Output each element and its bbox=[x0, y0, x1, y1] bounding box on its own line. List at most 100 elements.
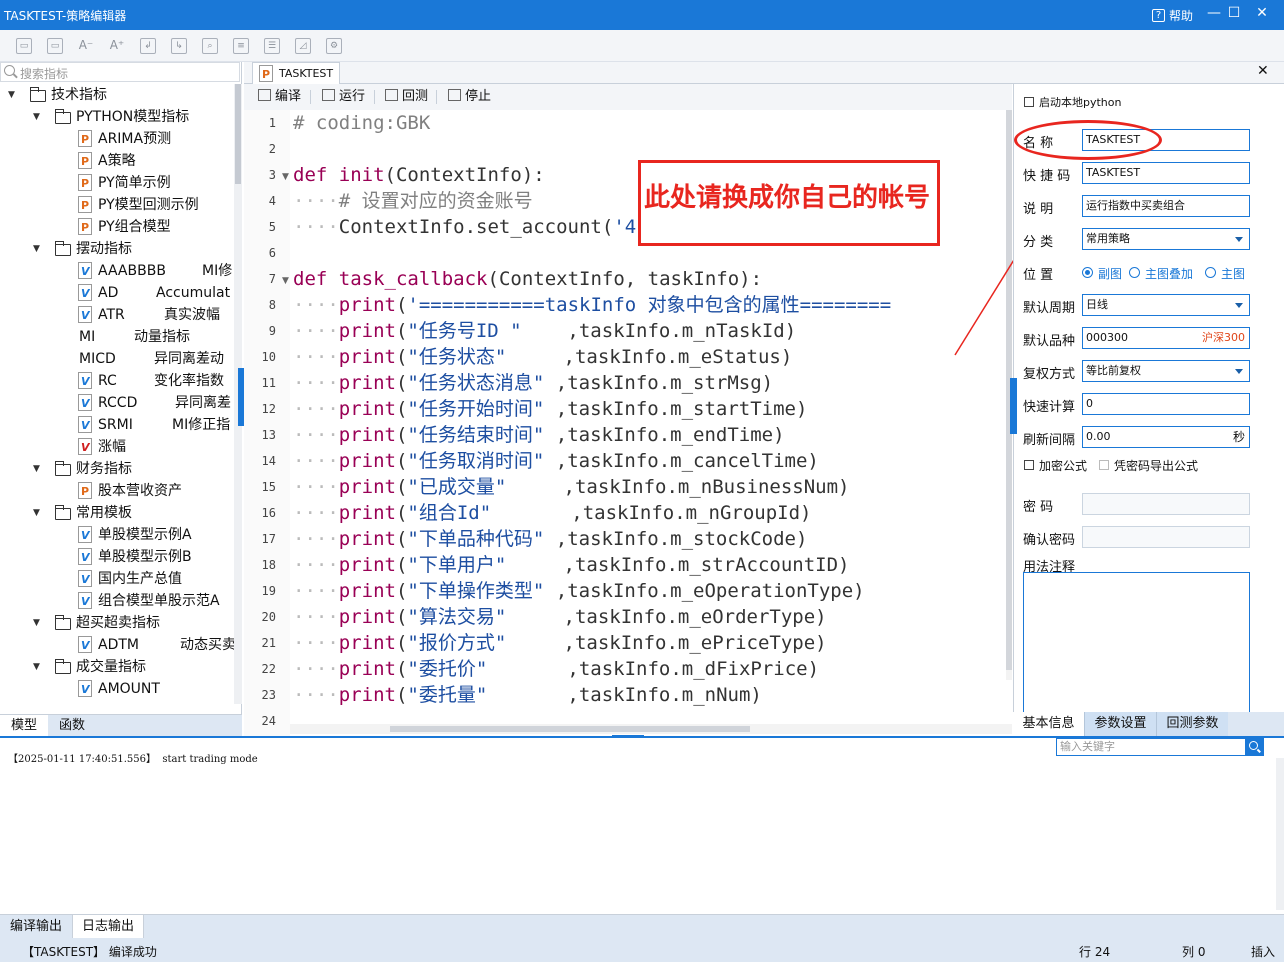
backtest-button[interactable]: 回测 bbox=[385, 88, 428, 106]
import-icon[interactable]: ↲ bbox=[140, 38, 156, 54]
tree-folder-label: 成交量指标 bbox=[76, 659, 146, 675]
tree-item[interactable]: V AAABBBB MI修 bbox=[0, 260, 234, 282]
tree-item[interactable]: V RCCD 异同离差 bbox=[0, 392, 234, 414]
code-line: ····print("任务号ID " ,taskInfo.m_nTaskId) bbox=[293, 320, 797, 342]
tree-item[interactable]: V AD Accumulat bbox=[0, 282, 234, 304]
fold-toggle-icon[interactable]: ▼ bbox=[282, 276, 289, 286]
right-splitter-handle[interactable] bbox=[1010, 378, 1017, 434]
local-python-checkbox[interactable] bbox=[1024, 97, 1034, 107]
position-radio-overlay[interactable] bbox=[1129, 267, 1140, 278]
export-icon[interactable]: ↳ bbox=[171, 38, 187, 54]
tree-item[interactable]: V 组合模型单股示范A bbox=[0, 590, 234, 612]
local-python-label: 启动本地python bbox=[1039, 96, 1122, 109]
tree-item[interactable]: V 涨幅 bbox=[0, 436, 234, 458]
compile-button[interactable]: 编译 bbox=[258, 88, 301, 106]
shortcut-field[interactable]: TASKTEST bbox=[1082, 162, 1250, 184]
close-button[interactable]: ✕ bbox=[1252, 5, 1272, 21]
folder-icon bbox=[55, 109, 71, 124]
tree-item[interactable]: V 单股模型示例B bbox=[0, 546, 234, 568]
tree-item[interactable]: V ADTM 动态买卖 bbox=[0, 634, 234, 656]
tree-folder[interactable]: ▼ 摆动指标 bbox=[0, 238, 234, 260]
chevron-down-icon[interactable]: ▼ bbox=[33, 656, 40, 678]
tree-item[interactable]: V SRMI MI修正指 bbox=[0, 414, 234, 436]
stop-icon bbox=[448, 89, 461, 101]
list-icon[interactable]: ☰ bbox=[264, 38, 280, 54]
tab-backtest-params[interactable]: 回测参数 bbox=[1156, 712, 1228, 736]
tree-item[interactable]: P PY模型回测示例 bbox=[0, 194, 234, 216]
font-decrease-icon[interactable]: A⁻ bbox=[78, 38, 94, 54]
tab-compile-output[interactable]: 编译输出 bbox=[0, 915, 72, 939]
chevron-down-icon[interactable]: ▼ bbox=[33, 458, 40, 480]
save-all-icon[interactable]: ▭ bbox=[47, 38, 63, 54]
fold-toggle-icon[interactable]: ▼ bbox=[282, 172, 289, 182]
tree-item[interactable]: P PY简单示例 bbox=[0, 172, 234, 194]
notes-textarea[interactable] bbox=[1023, 572, 1250, 716]
tab-tasktest[interactable]: P TASKTEST bbox=[252, 62, 340, 84]
tab-function[interactable]: 函数 bbox=[48, 715, 96, 737]
debug-icon[interactable]: ⚙ bbox=[326, 38, 342, 54]
tree-folder[interactable]: ▼ 技术指标 bbox=[0, 84, 234, 106]
fastcalc-field[interactable]: 0 bbox=[1082, 393, 1250, 415]
editor-horizontal-scrollbar[interactable] bbox=[290, 724, 1012, 734]
export-password-checkbox[interactable] bbox=[1099, 460, 1109, 470]
indicator-search-input[interactable]: 搜索指标 bbox=[0, 62, 240, 82]
chevron-down-icon[interactable]: ▼ bbox=[33, 612, 40, 634]
tab-param-settings[interactable]: 参数设置 bbox=[1084, 712, 1156, 736]
confirm-password-field[interactable] bbox=[1082, 526, 1250, 548]
tree-item[interactable]: V 国内生产总值 bbox=[0, 568, 234, 590]
tab-model[interactable]: 模型 bbox=[0, 715, 48, 737]
tree-item[interactable]: P PY组合模型 bbox=[0, 216, 234, 238]
tree-item[interactable]: V AMOUNT bbox=[0, 678, 234, 700]
code-line: ····print("已成交量" ,taskInfo.m_nBusinessNu… bbox=[293, 476, 850, 498]
adjust-select[interactable]: 等比前复权 bbox=[1082, 360, 1250, 382]
log-search-input[interactable]: 输入关键字 bbox=[1056, 738, 1264, 756]
tree-item[interactable]: P 股本营收资产 bbox=[0, 480, 234, 502]
tree-folder[interactable]: ▼ 成交量指标 bbox=[0, 656, 234, 678]
properties-tabs: 基本信息 参数设置 回测参数 bbox=[1013, 712, 1284, 736]
description-field[interactable]: 运行指数中买卖组合 bbox=[1082, 195, 1250, 217]
code-line: ····print("委托量" ,taskInfo.m_nNum) bbox=[293, 684, 762, 706]
tree-item[interactable]: P A策略 bbox=[0, 150, 234, 172]
compile-file-icon[interactable]: ≡ bbox=[233, 38, 249, 54]
python-file-icon: P bbox=[78, 218, 92, 235]
stop-button[interactable]: 停止 bbox=[448, 88, 491, 106]
maximize-button[interactable]: ☐ bbox=[1224, 5, 1244, 21]
chevron-down-icon[interactable]: ▼ bbox=[33, 106, 40, 128]
position-radio-main[interactable] bbox=[1205, 267, 1216, 278]
log-scrollbar[interactable] bbox=[1276, 758, 1284, 910]
tree-item[interactable]: MI 动量指标 bbox=[0, 326, 234, 348]
close-document-button[interactable]: ✕ bbox=[1257, 63, 1269, 79]
tree-folder[interactable]: ▼ 超买超卖指标 bbox=[0, 612, 234, 634]
line-number: 3 bbox=[268, 168, 276, 182]
tree-folder[interactable]: ▼ 常用模板 bbox=[0, 502, 234, 524]
help-button[interactable]: ? 帮助 bbox=[1152, 7, 1193, 24]
variety-field[interactable]: 000300 沪深300 bbox=[1082, 327, 1250, 349]
refresh-field[interactable]: 0.00 秒 bbox=[1082, 426, 1250, 448]
tab-basic-info[interactable]: 基本信息 bbox=[1013, 712, 1084, 736]
save-icon[interactable]: ▭ bbox=[16, 38, 32, 54]
tree-folder[interactable]: ▼ PYTHON模型指标 bbox=[0, 106, 234, 128]
tree-item[interactable]: V ATR 真实波幅 bbox=[0, 304, 234, 326]
tree-item[interactable]: V 单股模型示例A bbox=[0, 524, 234, 546]
chevron-down-icon[interactable]: ▼ bbox=[33, 502, 40, 524]
tree-item[interactable]: P ARIMA预测 bbox=[0, 128, 234, 150]
find-icon[interactable]: ⌕ bbox=[202, 38, 218, 54]
font-increase-icon[interactable]: A⁺ bbox=[109, 38, 125, 54]
minimize-button[interactable]: — bbox=[1204, 5, 1224, 21]
chevron-down-icon[interactable]: ▼ bbox=[33, 238, 40, 260]
tab-log-output[interactable]: 日志输出 bbox=[72, 915, 144, 939]
run-button[interactable]: 运行 bbox=[322, 88, 365, 106]
encrypt-checkbox[interactable] bbox=[1024, 460, 1034, 470]
search-icon bbox=[4, 65, 15, 76]
tree-item[interactable]: MICD 异同离差动 bbox=[0, 348, 234, 370]
log-search-button[interactable] bbox=[1245, 739, 1264, 756]
tree-item[interactable]: V RC 变化率指数 bbox=[0, 370, 234, 392]
password-field[interactable] bbox=[1082, 493, 1250, 515]
chart-icon[interactable]: ◿ bbox=[295, 38, 311, 54]
tree-folder[interactable]: ▼ 财务指标 bbox=[0, 458, 234, 480]
chevron-down-icon[interactable]: ▼ bbox=[8, 84, 15, 106]
annotation-ellipse bbox=[1014, 120, 1162, 160]
category-select[interactable]: 常用策略 bbox=[1082, 228, 1250, 250]
position-radio-subchart[interactable] bbox=[1082, 267, 1093, 278]
period-select[interactable]: 日线 bbox=[1082, 294, 1250, 316]
